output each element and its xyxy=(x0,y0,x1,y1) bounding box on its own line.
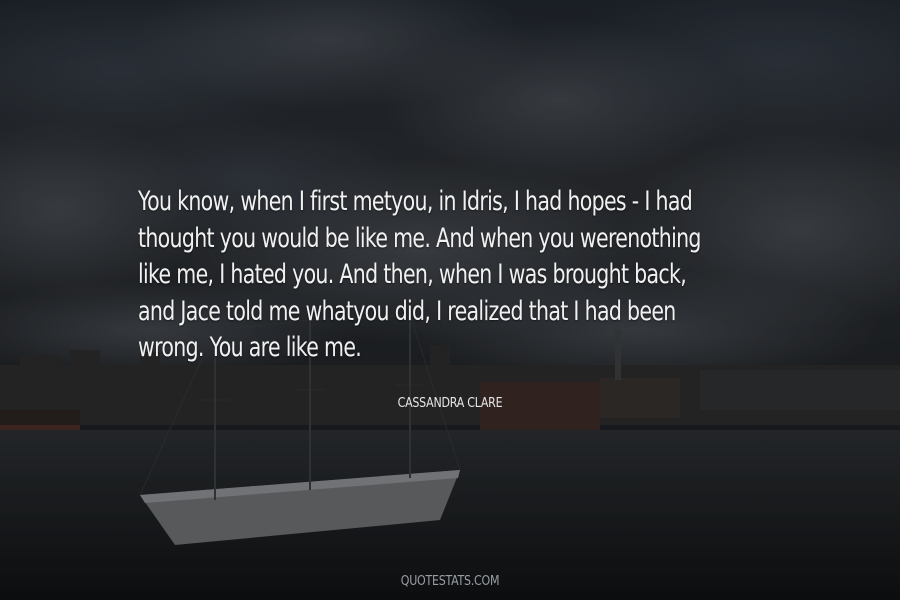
quote-text: You know, when I first metyou, in Idris,… xyxy=(138,184,701,367)
quote-author: CASSANDRA CLARE xyxy=(397,396,503,411)
quote-line: You know, when I first metyou, in Idris,… xyxy=(138,186,693,217)
quote-line: wrong. You are like me. xyxy=(138,332,362,363)
quote-line: and Jace told me whatyou did, I realized… xyxy=(138,295,676,327)
quote-image: You know, when I first metyou, in Idris,… xyxy=(0,0,900,600)
site-watermark: QUOTESTATS.COM xyxy=(400,574,500,589)
quote-line: like me, I hated you. And then, when I w… xyxy=(138,259,687,290)
quote-line: thought you would be like me. And when y… xyxy=(138,222,701,254)
